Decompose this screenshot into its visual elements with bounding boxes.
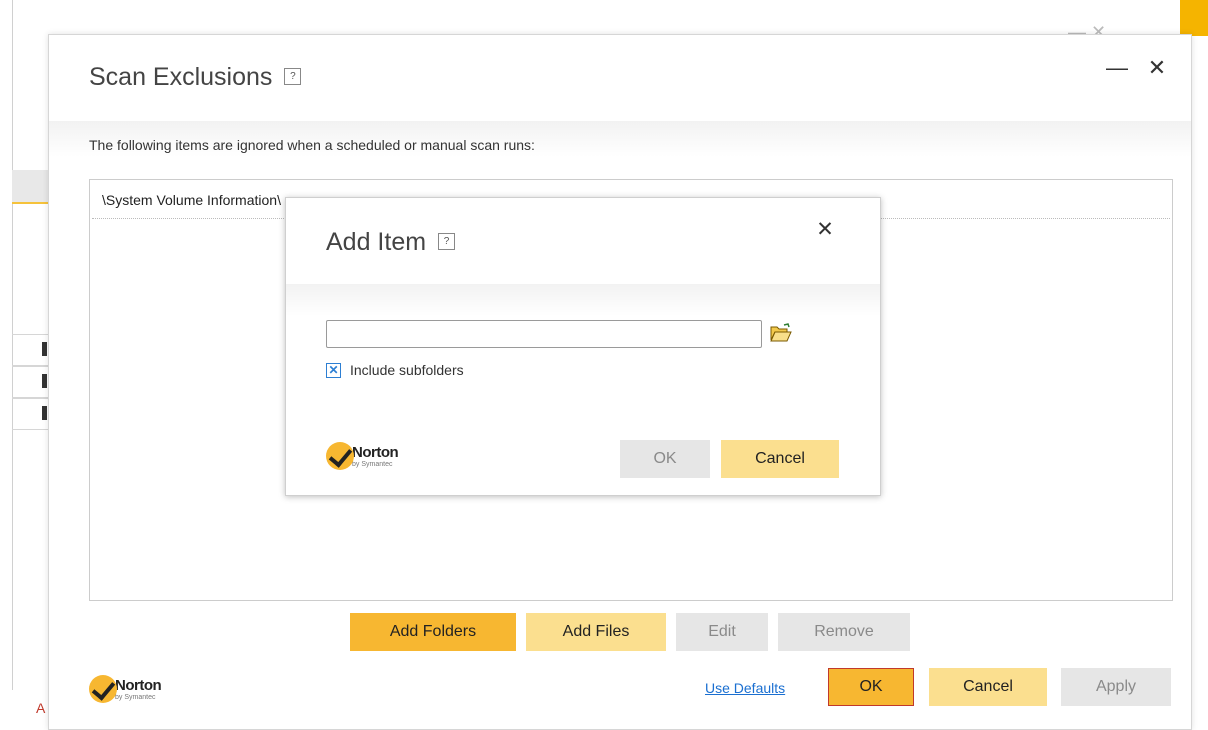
minimize-button[interactable]: —	[1104, 55, 1130, 81]
norton-logo-name: Norton	[352, 443, 399, 461]
modal-cancel-button[interactable]: Cancel	[721, 440, 839, 478]
background-row	[12, 334, 48, 366]
dialog-title-text: Scan Exclusions	[89, 63, 273, 91]
dialog-description: The following items are ignored when a s…	[89, 137, 535, 153]
folder-open-icon	[770, 323, 792, 342]
modal-subheader	[286, 284, 880, 316]
add-item-dialog: Add Item? ✕ ✕ Include subfolders Norton …	[285, 197, 881, 496]
help-icon[interactable]: ?	[284, 67, 302, 85]
norton-check-icon	[326, 442, 354, 470]
norton-check-icon	[89, 675, 117, 703]
dialog-title: Scan Exclusions?	[89, 63, 302, 92]
norton-logo: Norton by Symantec	[89, 675, 162, 703]
background-letter: A	[36, 700, 46, 716]
norton-logo-tagline: by Symantec	[352, 460, 393, 468]
background-accent	[1180, 0, 1208, 36]
include-subfolders-checkbox[interactable]: ✕	[326, 362, 341, 378]
norton-logo-name: Norton	[115, 676, 162, 694]
use-defaults-link[interactable]: Use Defaults	[705, 680, 785, 696]
add-folders-button[interactable]: Add Folders	[350, 613, 516, 651]
cancel-button[interactable]: Cancel	[929, 668, 1047, 706]
help-icon[interactable]: ?	[438, 232, 456, 250]
background-tab	[12, 170, 48, 204]
close-button[interactable]: ✕	[1144, 55, 1170, 81]
remove-button[interactable]: Remove	[778, 613, 910, 651]
include-subfolders-row[interactable]: ✕ Include subfolders	[326, 362, 464, 378]
norton-logo-tagline: by Symantec	[115, 693, 156, 701]
edit-button[interactable]: Edit	[676, 613, 768, 651]
apply-button[interactable]: Apply	[1061, 668, 1171, 706]
browse-folder-button[interactable]	[770, 323, 792, 343]
norton-logo: Norton by Symantec	[326, 442, 399, 470]
add-files-button[interactable]: Add Files	[526, 613, 666, 651]
modal-title: Add Item?	[326, 228, 456, 257]
background-row	[12, 366, 48, 398]
include-subfolders-label: Include subfolders	[350, 362, 464, 378]
background-row	[12, 398, 48, 430]
path-input[interactable]	[326, 320, 762, 348]
modal-ok-button[interactable]: OK	[620, 440, 710, 478]
modal-title-text: Add Item	[326, 228, 427, 256]
ok-button[interactable]: OK	[828, 668, 914, 706]
modal-close-button[interactable]: ✕	[813, 218, 837, 242]
